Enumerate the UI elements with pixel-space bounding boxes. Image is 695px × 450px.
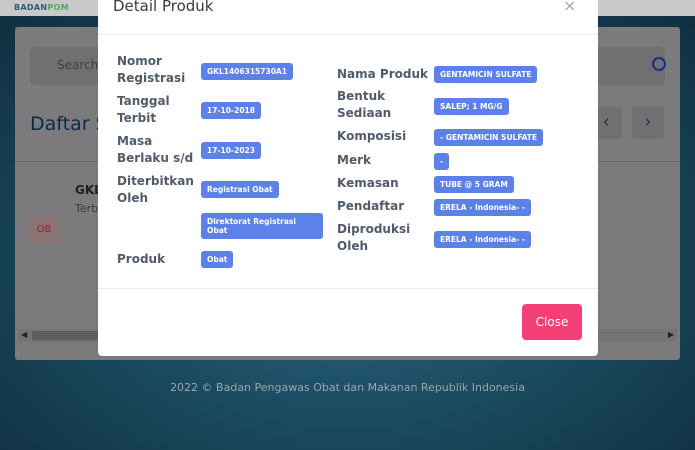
label-diterbitkan-oleh: Diterbitkan Oleh bbox=[117, 174, 194, 205]
scroll-right-icon[interactable]: ▶ bbox=[668, 330, 674, 339]
footer-copyright: 2022 © Badan Pengawas Obat dan Makanan R… bbox=[170, 381, 525, 394]
modal-header-divider bbox=[98, 34, 598, 35]
next-page-button[interactable]: › bbox=[632, 107, 664, 139]
value-masa-berlaku: 17-10-2023 bbox=[201, 142, 261, 159]
search-icon[interactable] bbox=[652, 57, 666, 71]
logo-text-main: BADAN bbox=[14, 3, 48, 12]
value-direktorat: Direktorat Registrasi Obat bbox=[201, 213, 323, 239]
search-placeholder: Search bbox=[57, 58, 99, 72]
label-komposisi: Komposisi bbox=[337, 129, 407, 143]
label-kemasan: Kemasan bbox=[337, 176, 399, 190]
value-pendaftar: ERELA - Indonesia- - bbox=[434, 199, 531, 216]
modal-title: Detail Produk bbox=[113, 0, 214, 15]
label-merk: Merk bbox=[337, 153, 371, 167]
label-pendaftar: Pendaftar bbox=[337, 199, 405, 213]
modal-footer-divider bbox=[98, 288, 598, 289]
value-kemasan: TUBE @ 5 GRAM bbox=[434, 176, 514, 193]
value-diterbitkan-oleh: Registrasi Obat bbox=[201, 181, 279, 198]
label-nomor-registrasi: Nomor Registrasi bbox=[117, 54, 186, 85]
value-komposisi: - GENTAMICIN SULFATE bbox=[434, 129, 544, 146]
label-bentuk-sediaan: Bentuk Sediaan bbox=[337, 89, 392, 120]
list-item-badge: OB bbox=[29, 217, 59, 243]
value-nomor-registrasi: GKL1406315730A1 bbox=[201, 63, 293, 80]
label-tanggal-terbit: Tanggal Terbit bbox=[117, 94, 170, 125]
value-diproduksi-oleh: ERELA - Indonesia- - bbox=[434, 231, 531, 248]
value-tanggal-terbit: 17-10-2018 bbox=[201, 102, 261, 119]
value-merk: - bbox=[434, 153, 450, 170]
value-produk: Obat bbox=[201, 251, 234, 268]
chevron-right-icon: › bbox=[644, 112, 652, 132]
chevron-left-icon: ‹ bbox=[602, 112, 610, 132]
label-diproduksi-oleh: Diproduksi Oleh bbox=[337, 222, 411, 253]
value-bentuk-sediaan: SALEP; 1 MG/G bbox=[434, 98, 509, 115]
badan-pom-logo[interactable]: BADANPOM bbox=[14, 3, 69, 12]
value-nama-produk: GENTAMICIN SULFATE bbox=[434, 66, 538, 83]
label-nama-produk: Nama Produk bbox=[337, 67, 428, 81]
label-masa-berlaku: Masa Berlaku s/d bbox=[117, 134, 194, 165]
logo-text-sub: POM bbox=[47, 3, 69, 12]
close-button[interactable]: Close bbox=[522, 304, 582, 340]
page-title: Daftar S bbox=[30, 113, 108, 135]
product-detail-modal: Detail Produk × Nomor Registrasi GKL1406… bbox=[98, 0, 598, 356]
scroll-left-icon[interactable]: ◀ bbox=[21, 330, 27, 339]
close-icon[interactable]: × bbox=[563, 0, 576, 15]
label-produk: Produk bbox=[117, 252, 166, 266]
list-item-sub: Terb bbox=[75, 202, 99, 215]
